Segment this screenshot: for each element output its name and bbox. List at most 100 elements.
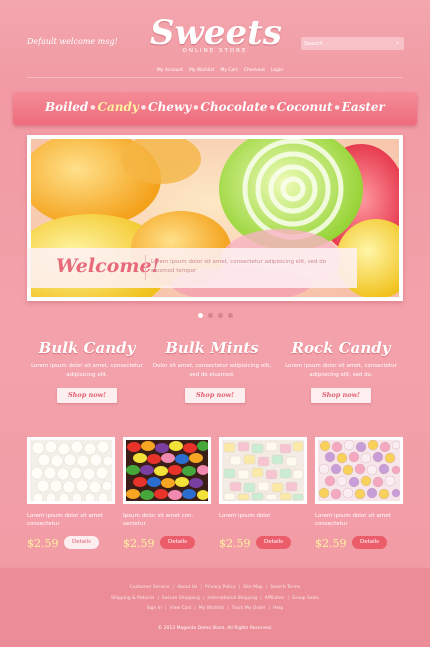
footer-separator: | — [260, 596, 262, 601]
footer-link[interactable]: Help — [273, 606, 283, 611]
footer-separator: | — [287, 596, 289, 601]
jelly-beans-image — [126, 440, 208, 501]
footer-separator: | — [200, 585, 202, 590]
nav-separator: ● — [90, 103, 96, 111]
footer-link[interactable]: Privacy Policy — [205, 585, 236, 590]
feature-text: Lorem ipsum dolor sit amet, consectetur … — [285, 363, 397, 378]
feature-text: Dolor sit amet, consectetur adipisicing … — [152, 363, 272, 378]
caption-divider — [145, 255, 146, 280]
product-price: $2.59 — [219, 537, 251, 550]
nav-item-chewy[interactable]: Chewy — [148, 100, 191, 114]
slider-dot-4[interactable] — [228, 313, 233, 318]
product-card: Lorem ipsum dolor sit amet consectetur $… — [27, 437, 115, 550]
footer-links-row: Sign In | View Cart | My Wishlist | Track M… — [0, 606, 430, 611]
footer-link[interactable]: My Wishlist — [199, 606, 224, 611]
product-card: Ipsum dolor sit amet con-sectetur $2.59 … — [123, 437, 211, 550]
details-button[interactable]: Details — [352, 536, 387, 549]
page: { "header": { "welcome": "Default welcom… — [0, 0, 430, 647]
product-image[interactable] — [123, 437, 211, 504]
footer-separator: | — [165, 606, 167, 611]
footer-link[interactable]: Affiliates — [265, 596, 285, 601]
slider-dot-3[interactable] — [218, 313, 223, 318]
footer-separator: | — [172, 585, 175, 590]
my-wishlist-link[interactable]: My Wishlist — [189, 68, 214, 73]
welcome-text: Lorem ipsum dolor sit amet, consectetur … — [151, 259, 327, 274]
feature-text: Lorem ipsum dolor sit amet, consectetur … — [31, 363, 143, 378]
slider-pager — [198, 313, 233, 318]
chevron-right-icon[interactable]: › — [393, 39, 402, 48]
my-account-link[interactable]: My Account — [157, 68, 183, 73]
product-image[interactable] — [27, 437, 115, 504]
product-price: $2.59 — [315, 537, 347, 550]
product-card: Lorem ipsum dolor $2.59 Details — [219, 437, 307, 550]
feature-title: Bulk Mints — [165, 339, 259, 357]
details-button[interactable]: Details — [64, 536, 99, 549]
footer-links-row: Shipping & Returns | Secure Shopping | Int… — [0, 596, 430, 601]
product-image[interactable] — [219, 437, 307, 504]
footer-link[interactable]: International Shipping — [207, 596, 257, 601]
details-button[interactable]: Details — [160, 536, 195, 549]
search-input[interactable] — [304, 38, 389, 49]
marshmallow-image — [30, 440, 112, 501]
footer-separator: | — [268, 606, 271, 611]
welcome-message: Default welcome msg! — [27, 37, 118, 46]
slider-dot-1[interactable] — [198, 313, 203, 318]
product-description: Lorem ipsum dolor sit amet consectetur — [315, 513, 391, 527]
footer-links-row: Customer Service | About Us | Privacy Poli… — [0, 585, 430, 590]
nav-separator: ● — [140, 103, 147, 111]
product-description: Lorem ipsum dolor — [219, 513, 271, 519]
footer-link[interactable]: Customer Service — [130, 585, 170, 590]
feature-title: Bulk Candy — [38, 339, 136, 357]
shop-now-button[interactable]: Shop now! — [51, 388, 123, 404]
footer-separator: | — [265, 585, 268, 590]
footer-link[interactable]: Group Sales — [292, 596, 319, 601]
footer-link[interactable]: Sign In — [147, 606, 162, 611]
feature-title: Rock Candy — [291, 339, 391, 357]
header-divider — [27, 77, 403, 78]
nav-separator: ● — [193, 103, 199, 111]
product-price: $2.59 — [123, 537, 155, 550]
product-price: $2.59 — [27, 537, 59, 550]
product-image[interactable] — [315, 437, 403, 504]
footer-link[interactable]: Track My Order — [232, 606, 266, 611]
footer-separator: | — [157, 596, 159, 601]
nav-item-chocolate[interactable]: Chocolate — [200, 100, 267, 114]
footer-link[interactable]: About Us — [177, 585, 197, 590]
account-links: My Account My Wishlist My Cart Checkout … — [150, 68, 290, 73]
feature-bulk-candy: Bulk Candy Lorem ipsum dolor sit amet, c… — [27, 339, 147, 380]
footer-link[interactable]: Search Terms — [270, 585, 300, 590]
nav-separator: ● — [269, 103, 275, 111]
login-link[interactable]: Login — [271, 68, 283, 73]
category-nav: Boiled ● Candy ● Chewy ● Chocolate ● Coc… — [45, 100, 385, 114]
my-cart-link[interactable]: My Cart — [220, 68, 238, 73]
footer-separator: | — [202, 596, 205, 601]
footer-link[interactable]: Site Map — [243, 585, 263, 590]
logo[interactable]: Sweets ONLINE STORE — [150, 13, 282, 54]
nav-item-boiled[interactable]: Boiled — [45, 100, 88, 114]
slider-dot-2[interactable] — [208, 313, 213, 318]
product-description: Lorem ipsum dolor sit amet consectetur — [27, 513, 103, 527]
footer-link[interactable]: Shipping & Returns — [111, 596, 154, 601]
footer-separator: | — [194, 606, 196, 611]
logo-title: Sweets — [150, 13, 282, 53]
feature-bulk-mints: Bulk Mints Dolor sit amet, consectetur a… — [152, 339, 272, 380]
footer-separator: | — [238, 585, 241, 590]
shop-now-button[interactable]: Shop now! — [305, 388, 377, 404]
footer-link[interactable]: View Cart — [170, 606, 192, 611]
copyright: © 2013 Magento Demo Store. All Rights Re… — [157, 626, 273, 631]
footer-link[interactable]: Secure Shopping — [162, 596, 200, 601]
shop-now-button[interactable]: Shop now! — [179, 388, 251, 404]
feature-rock-candy: Rock Candy Lorem ipsum dolor sit amet, c… — [281, 339, 401, 380]
nav-separator: ● — [334, 103, 340, 111]
product-description: Ipsum dolor sit amet con-sectetur — [123, 513, 194, 527]
sugar-candy-image — [318, 440, 400, 501]
details-button[interactable]: Details — [256, 536, 291, 549]
checkout-link[interactable]: Checkout — [244, 68, 265, 73]
product-card: Lorem ipsum dolor sit amet consectetur $… — [315, 437, 403, 550]
nav-item-easter[interactable]: Easter — [342, 100, 385, 114]
search-box: › — [301, 37, 404, 50]
footer-separator: | — [227, 606, 229, 611]
mints-image — [222, 440, 304, 501]
nav-item-coconut[interactable]: Coconut — [277, 100, 333, 114]
nav-item-candy[interactable]: Candy — [97, 100, 138, 114]
